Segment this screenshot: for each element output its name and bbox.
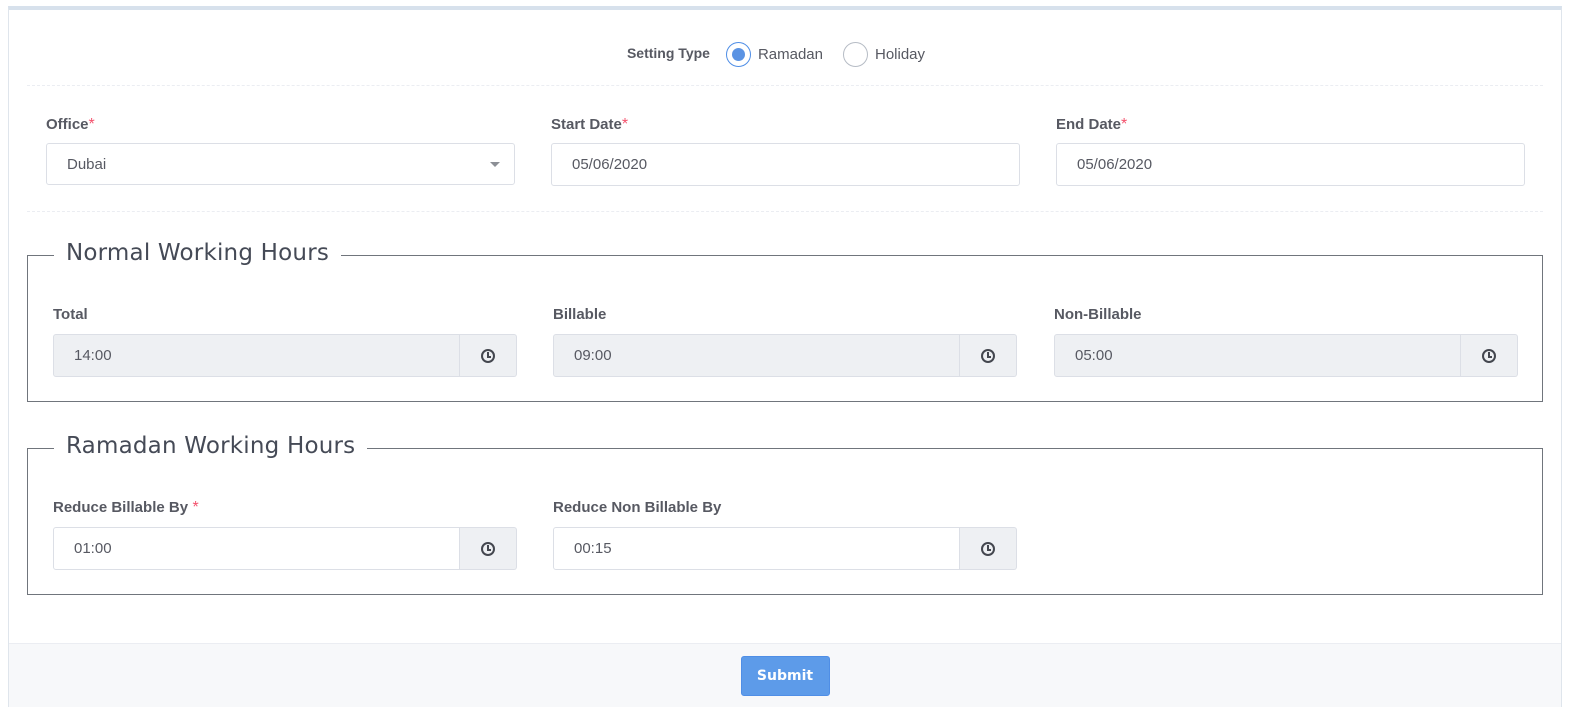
total-value: 14:00 bbox=[53, 334, 460, 377]
radio-ramadan-circle[interactable] bbox=[725, 41, 751, 67]
clock-icon bbox=[981, 348, 995, 363]
ramadan-working-hours-title: Ramadan Working Hours bbox=[54, 433, 368, 459]
divider bbox=[27, 85, 1543, 86]
total-label-text: Total bbox=[53, 306, 88, 323]
reduce-non-billable-value[interactable]: 00:15 bbox=[553, 527, 960, 570]
billable-label: Billable bbox=[553, 306, 606, 324]
office-select[interactable]: Dubai bbox=[46, 143, 515, 185]
non-billable-clock-button[interactable] bbox=[1461, 334, 1518, 377]
reduce-non-billable-clock-button[interactable] bbox=[960, 527, 1017, 570]
settings-form-card: Setting Type Ramadan Holiday Office* Dub… bbox=[8, 6, 1562, 707]
reduce-billable-time-input: 01:00 bbox=[53, 527, 517, 570]
clock-icon bbox=[981, 541, 995, 556]
non-billable-value: 05:00 bbox=[1054, 334, 1461, 377]
radio-holiday-label[interactable]: Holiday bbox=[875, 46, 925, 63]
billable-clock-button[interactable] bbox=[960, 334, 1017, 377]
billable-value: 09:00 bbox=[553, 334, 960, 377]
end-date-value: 05/06/2020 bbox=[1077, 156, 1153, 173]
reduce-billable-label-text: Reduce Billable By bbox=[53, 499, 189, 516]
setting-type-row: Setting Type Ramadan Holiday bbox=[9, 39, 1563, 69]
radio-holiday-circle[interactable] bbox=[842, 41, 868, 67]
start-date-input[interactable]: 05/06/2020 bbox=[551, 143, 1020, 186]
non-billable-time-input: 05:00 bbox=[1054, 334, 1518, 377]
caret-down-icon bbox=[490, 162, 500, 167]
total-clock-button[interactable] bbox=[460, 334, 517, 377]
end-date-label: End Date* bbox=[1056, 116, 1127, 134]
ramadan-working-hours-fieldset: Ramadan Working Hours Reduce Billable By… bbox=[27, 433, 1543, 595]
billable-time-input: 09:00 bbox=[553, 334, 1017, 377]
reduce-non-billable-label-text: Reduce Non Billable By bbox=[553, 499, 722, 516]
radio-selected-dot bbox=[731, 47, 745, 61]
divider bbox=[27, 211, 1543, 212]
start-date-label: Start Date* bbox=[551, 116, 628, 134]
clock-icon bbox=[481, 348, 495, 363]
total-label: Total bbox=[53, 306, 88, 324]
start-date-value: 05/06/2020 bbox=[572, 156, 648, 173]
office-label: Office* bbox=[46, 116, 95, 134]
reduce-billable-value[interactable]: 01:00 bbox=[53, 527, 460, 570]
clock-icon bbox=[481, 541, 495, 556]
start-date-label-text: Start Date bbox=[551, 116, 622, 133]
non-billable-label: Non-Billable bbox=[1054, 306, 1142, 324]
total-time-input: 14:00 bbox=[53, 334, 517, 377]
reduce-non-billable-time-input: 00:15 bbox=[553, 527, 1017, 570]
end-date-label-text: End Date bbox=[1056, 116, 1122, 133]
radio-ramadan-label[interactable]: Ramadan bbox=[758, 46, 823, 63]
required-mark: * bbox=[192, 499, 199, 516]
office-select-value: Dubai bbox=[67, 155, 107, 173]
clock-icon bbox=[1482, 348, 1496, 363]
radio-holiday[interactable]: Holiday bbox=[842, 41, 925, 67]
submit-button[interactable]: Submit bbox=[740, 655, 830, 696]
radio-ramadan[interactable]: Ramadan bbox=[725, 41, 823, 67]
reduce-billable-label: Reduce Billable By * bbox=[53, 499, 199, 517]
office-label-text: Office bbox=[46, 116, 89, 133]
reduce-non-billable-label: Reduce Non Billable By bbox=[553, 499, 721, 517]
form-footer: Submit bbox=[9, 643, 1561, 707]
billable-label-text: Billable bbox=[553, 306, 607, 323]
normal-working-hours-title: Normal Working Hours bbox=[54, 240, 342, 266]
normal-working-hours-fieldset: Normal Working Hours Total 14:00 Billabl… bbox=[27, 240, 1543, 402]
reduce-billable-clock-button[interactable] bbox=[460, 527, 517, 570]
end-date-input[interactable]: 05/06/2020 bbox=[1056, 143, 1525, 186]
required-mark: * bbox=[621, 116, 629, 133]
required-mark: * bbox=[88, 116, 95, 133]
non-billable-label-text: Non-Billable bbox=[1054, 306, 1142, 323]
required-mark: * bbox=[1121, 116, 1128, 133]
setting-type-label: Setting Type bbox=[626, 45, 710, 61]
